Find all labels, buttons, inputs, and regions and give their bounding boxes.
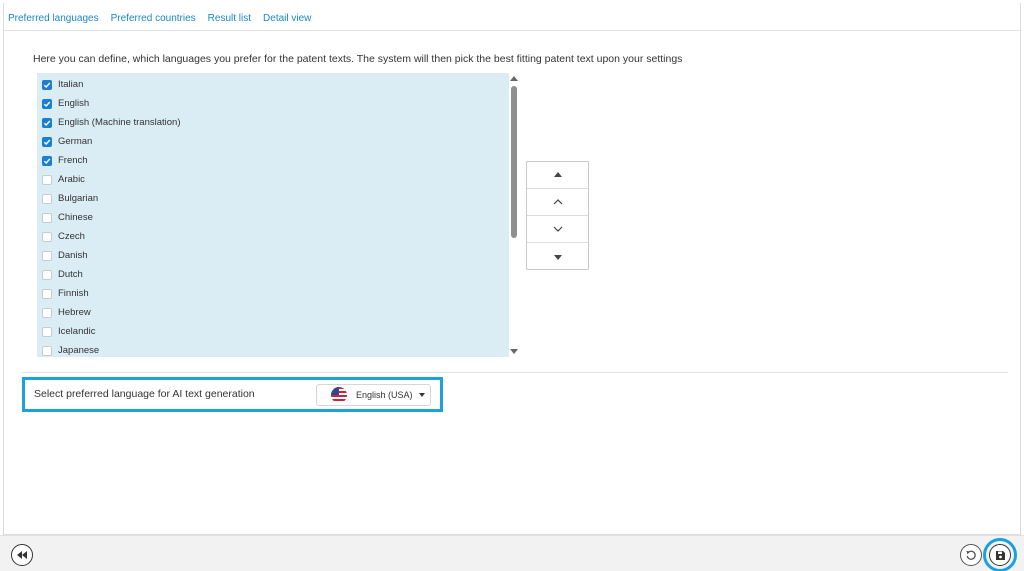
check-icon (43, 158, 51, 164)
chevron-down-icon (418, 393, 425, 397)
language-item[interactable]: Chinese (37, 208, 93, 227)
checkbox-checked[interactable] (42, 136, 52, 147)
ai-language-label: Select preferred language for AI text ge… (34, 388, 255, 400)
language-item[interactable]: English (37, 94, 89, 113)
language-label: Czech (58, 231, 85, 242)
move-to-top-button[interactable] (527, 162, 588, 189)
language-item[interactable]: Icelandic (37, 322, 96, 341)
checkbox-unchecked[interactable] (42, 345, 52, 356)
language-item[interactable]: Hebrew (37, 303, 91, 322)
check-icon (43, 101, 51, 107)
language-label: Dutch (58, 269, 83, 280)
undo-icon (966, 550, 976, 560)
language-label: English (Machine translation) (58, 117, 181, 128)
checkbox-unchecked[interactable] (42, 174, 52, 185)
language-label: English (58, 98, 90, 109)
rewind-icon (17, 551, 27, 559)
language-item[interactable]: Italian (37, 75, 83, 94)
reorder-button-group (526, 161, 589, 270)
checkbox-unchecked[interactable] (42, 269, 52, 280)
save-button[interactable] (989, 544, 1011, 566)
check-icon (43, 120, 51, 126)
language-label: Chinese (58, 212, 93, 223)
move-up-icon (553, 199, 562, 205)
footer-bar (0, 535, 1024, 571)
language-item[interactable]: Finnish (37, 284, 89, 303)
language-label: Danish (58, 250, 88, 261)
tab-detail-view[interactable]: Detail view (263, 13, 311, 24)
checkbox-checked[interactable] (42, 79, 52, 90)
tab-bar: Preferred languages Preferred countries … (4, 7, 1022, 31)
scroll-down-arrow-icon[interactable] (510, 349, 518, 354)
language-label: Hebrew (58, 307, 91, 318)
move-to-bottom-icon (553, 254, 562, 260)
settings-panel: Preferred languages Preferred countries … (3, 3, 1022, 535)
language-label: Japanese (58, 345, 100, 356)
reset-button[interactable] (960, 544, 982, 566)
check-icon (43, 139, 51, 145)
save-highlight-ring (983, 538, 1017, 571)
checkbox-checked[interactable] (42, 117, 52, 128)
checkbox-unchecked[interactable] (42, 193, 52, 204)
checkbox-unchecked[interactable] (42, 288, 52, 299)
language-item[interactable]: Arabic (37, 170, 85, 189)
language-label: Italian (58, 79, 84, 90)
checkbox-unchecked[interactable] (42, 307, 52, 318)
scroll-up-arrow-icon[interactable] (510, 76, 518, 81)
language-item[interactable]: Danish (37, 246, 88, 265)
checkbox-checked[interactable] (42, 98, 52, 109)
ai-language-dropdown[interactable]: English (USA) (316, 384, 431, 406)
checkbox-checked[interactable] (42, 155, 52, 166)
language-label: Finnish (58, 288, 89, 299)
language-item[interactable]: English (Machine translation) (37, 113, 181, 132)
scroll-thumb[interactable] (511, 86, 517, 238)
language-item[interactable]: French (37, 151, 88, 170)
language-list[interactable]: Italian English English (Machine translati… (37, 73, 509, 357)
language-item[interactable]: Czech (37, 227, 85, 246)
ai-language-section: Select preferred language for AI text ge… (22, 377, 443, 412)
language-list-scrollbar[interactable] (509, 73, 519, 357)
move-down-icon (553, 226, 562, 232)
checkbox-unchecked[interactable] (42, 250, 52, 261)
checkbox-unchecked[interactable] (42, 231, 52, 242)
move-to-top-icon (553, 172, 562, 177)
language-item[interactable]: Bulgarian (37, 189, 98, 208)
language-item[interactable]: German (37, 132, 92, 151)
tab-preferred-languages[interactable]: Preferred languages (8, 13, 99, 24)
ai-language-selected: English (USA) (356, 390, 413, 400)
language-label: Arabic (58, 174, 85, 185)
language-label: German (58, 136, 93, 147)
tab-result-list[interactable]: Result list (208, 13, 251, 24)
language-label: Bulgarian (58, 193, 99, 204)
move-down-button[interactable] (527, 216, 588, 243)
section-divider (21, 372, 1008, 373)
language-item[interactable]: Dutch (37, 265, 83, 284)
checkbox-unchecked[interactable] (42, 326, 52, 337)
language-label: French (58, 155, 88, 166)
us-flag-icon (331, 387, 347, 403)
language-label: Icelandic (58, 326, 96, 337)
move-up-button[interactable] (527, 189, 588, 216)
language-item[interactable]: Japanese (37, 341, 99, 357)
back-button[interactable] (11, 544, 33, 566)
checkbox-unchecked[interactable] (42, 212, 52, 223)
intro-text: Here you can define, which languages you… (33, 53, 683, 65)
tab-preferred-countries[interactable]: Preferred countries (111, 13, 196, 24)
save-icon (995, 550, 1005, 560)
check-icon (43, 82, 51, 88)
move-to-bottom-button[interactable] (527, 243, 588, 270)
